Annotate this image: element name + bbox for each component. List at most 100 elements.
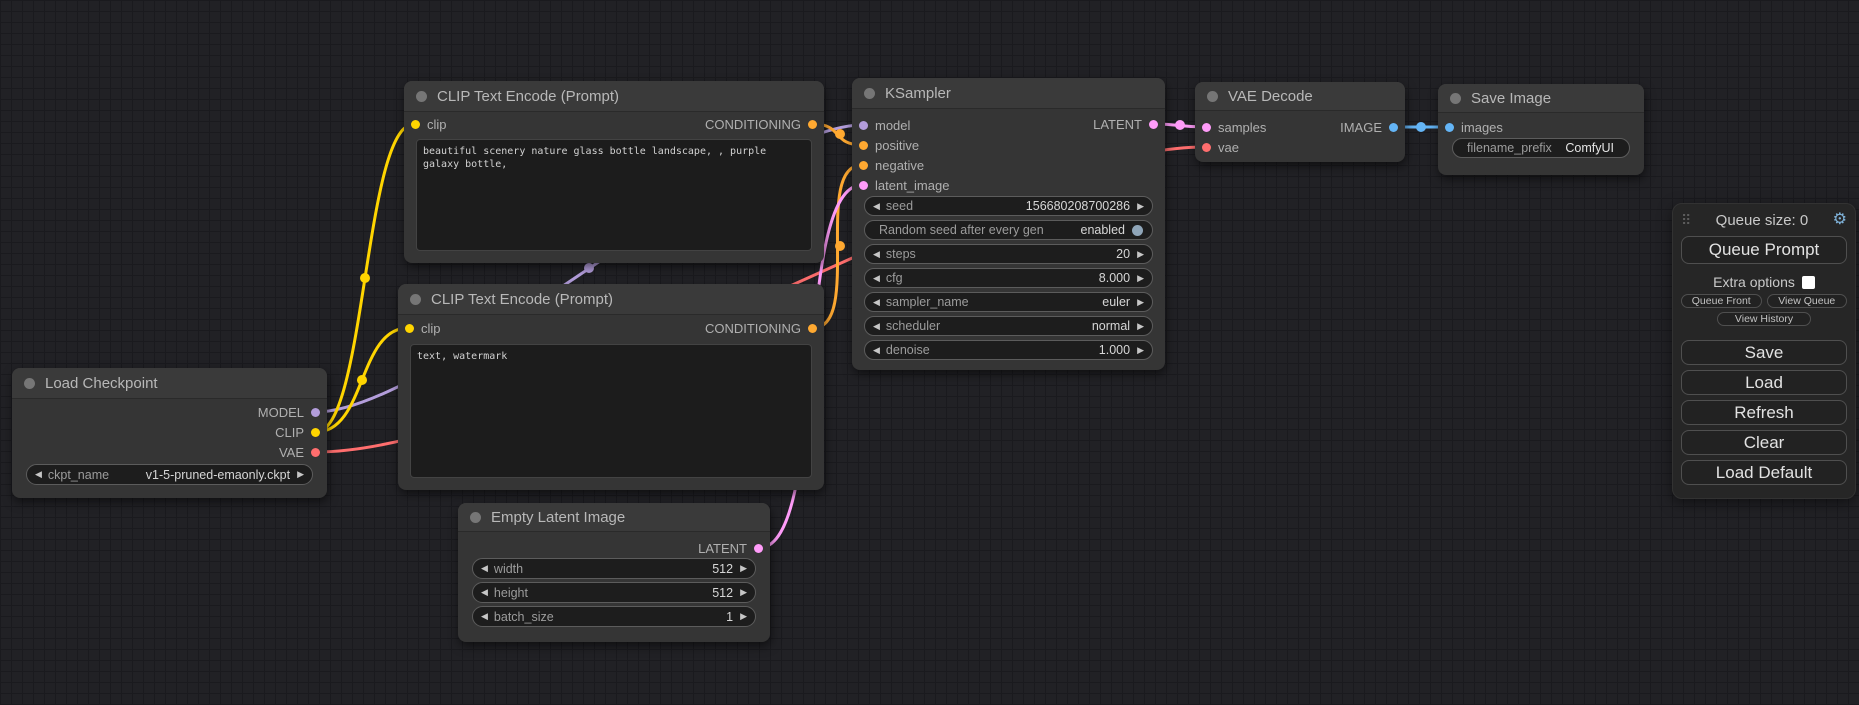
arrow-right-icon[interactable]: ▶	[1137, 250, 1144, 259]
arrow-right-icon[interactable]: ▶	[740, 588, 747, 597]
width-number-widget[interactable]: ◀ width 512 ▶	[472, 558, 756, 579]
node-clip-text-encode-positive[interactable]: CLIP Text Encode (Prompt) clip CONDITION…	[404, 81, 824, 263]
load-default-button[interactable]: Load Default	[1681, 460, 1847, 485]
node-title-bar[interactable]: VAE Decode	[1195, 82, 1405, 111]
clip-input-port[interactable]	[405, 324, 414, 333]
node-title: CLIP Text Encode (Prompt)	[431, 291, 613, 308]
arrow-left-icon[interactable]: ◀	[873, 322, 880, 331]
images-input-port[interactable]	[1445, 123, 1454, 132]
widget-value: euler	[1102, 295, 1137, 309]
arrow-right-icon[interactable]: ▶	[297, 470, 304, 479]
output-row-latent: LATENT	[458, 538, 770, 558]
latent-output-port[interactable]	[754, 544, 763, 553]
clear-button[interactable]: Clear	[1681, 430, 1847, 455]
node-ksampler[interactable]: KSampler LATENT model positive negative	[852, 78, 1165, 370]
node-title: Save Image	[1471, 90, 1551, 107]
node-title-bar[interactable]: KSampler	[852, 78, 1165, 109]
node-title-bar[interactable]: Load Checkpoint	[12, 368, 327, 399]
conditioning-output-port[interactable]	[808, 324, 817, 333]
queue-prompt-button[interactable]: Queue Prompt	[1681, 236, 1847, 264]
scheduler-combo-widget[interactable]: ◀ scheduler normal ▶	[864, 316, 1153, 336]
output-label: IMAGE	[1340, 120, 1382, 135]
height-number-widget[interactable]: ◀ height 512 ▶	[472, 582, 756, 603]
extra-options-checkbox[interactable]	[1802, 276, 1815, 289]
node-title-bar[interactable]: CLIP Text Encode (Prompt)	[398, 284, 824, 315]
arrow-right-icon[interactable]: ▶	[740, 564, 747, 573]
model-output-port[interactable]	[311, 408, 320, 417]
positive-prompt-textarea[interactable]: beautiful scenery nature glass bottle la…	[416, 139, 812, 251]
arrow-left-icon[interactable]: ◀	[873, 346, 880, 355]
positive-input-port[interactable]	[859, 141, 868, 150]
queue-small-buttons-row: Queue Front View Queue	[1681, 294, 1847, 308]
node-status-dot-icon	[24, 378, 35, 389]
batch-size-number-widget[interactable]: ◀ batch_size 1 ▶	[472, 606, 756, 627]
extra-options-row: Extra options	[1673, 274, 1855, 290]
arrow-right-icon[interactable]: ▶	[1137, 298, 1144, 307]
arrow-left-icon[interactable]: ◀	[873, 250, 880, 259]
node-graph-canvas[interactable]: Load Checkpoint MODEL CLIP VAE ◀ ckpt_na…	[0, 0, 1859, 705]
denoise-number-widget[interactable]: ◀ denoise 1.000 ▶	[864, 340, 1153, 360]
widget-value: 20	[1116, 247, 1137, 261]
view-history-button[interactable]: View History	[1717, 312, 1811, 326]
latent-output-port[interactable]	[1149, 120, 1158, 129]
vae-output-port[interactable]	[311, 448, 320, 457]
queue-front-button[interactable]: Queue Front	[1681, 294, 1762, 308]
arrow-right-icon[interactable]: ▶	[1137, 202, 1144, 211]
negative-input-port[interactable]	[859, 161, 868, 170]
node-clip-text-encode-negative[interactable]: CLIP Text Encode (Prompt) clip CONDITION…	[398, 284, 824, 490]
save-button[interactable]: Save	[1681, 340, 1847, 365]
image-output-port[interactable]	[1389, 123, 1398, 132]
arrow-right-icon[interactable]: ▶	[1137, 322, 1144, 331]
view-queue-button[interactable]: View Queue	[1767, 294, 1848, 308]
node-status-dot-icon	[1450, 93, 1461, 104]
clip-input-port[interactable]	[411, 120, 420, 129]
clip-output-port[interactable]	[311, 428, 320, 437]
latent-image-input-port[interactable]	[859, 181, 868, 190]
arrow-left-icon[interactable]: ◀	[873, 274, 880, 283]
arrow-right-icon[interactable]: ▶	[1137, 346, 1144, 355]
node-title-bar[interactable]: CLIP Text Encode (Prompt)	[404, 81, 824, 112]
widget-value: enabled	[1081, 223, 1133, 237]
arrow-left-icon[interactable]: ◀	[35, 470, 42, 479]
widget-label: sampler_name	[886, 295, 969, 309]
node-vae-decode[interactable]: VAE Decode samples IMAGE vae	[1195, 82, 1405, 162]
arrow-left-icon[interactable]: ◀	[481, 564, 488, 573]
steps-number-widget[interactable]: ◀ steps 20 ▶	[864, 244, 1153, 264]
node-title-bar[interactable]: Save Image	[1438, 84, 1644, 113]
output-label: VAE	[279, 445, 304, 460]
node-save-image[interactable]: Save Image images filename_prefix ComfyU…	[1438, 84, 1644, 175]
input-row-vae: vae	[1195, 137, 1405, 157]
node-load-checkpoint[interactable]: Load Checkpoint MODEL CLIP VAE ◀ ckpt_na…	[12, 368, 327, 498]
link-midpoint-dot	[357, 375, 367, 385]
refresh-button[interactable]: Refresh	[1681, 400, 1847, 425]
drag-handle-icon[interactable]: ⠿	[1681, 213, 1691, 227]
ckpt-name-combo-widget[interactable]: ◀ ckpt_name v1-5-pruned-emaonly.ckpt ▶	[26, 464, 313, 485]
arrow-right-icon[interactable]: ▶	[740, 612, 747, 621]
negative-prompt-textarea[interactable]: text, watermark	[410, 344, 812, 478]
arrow-right-icon[interactable]: ▶	[1137, 274, 1144, 283]
model-input-port[interactable]	[859, 121, 868, 130]
node-status-dot-icon	[410, 294, 421, 305]
widget-label: scheduler	[886, 319, 940, 333]
node-title-bar[interactable]: Empty Latent Image	[458, 503, 770, 532]
sampler-name-combo-widget[interactable]: ◀ sampler_name euler ▶	[864, 292, 1153, 312]
vae-input-port[interactable]	[1202, 143, 1211, 152]
random-seed-toggle-widget[interactable]: Random seed after every gen enabled	[864, 220, 1153, 240]
toggle-knob-icon[interactable]	[1132, 225, 1143, 236]
widget-value: v1-5-pruned-emaonly.ckpt	[146, 468, 297, 482]
cfg-number-widget[interactable]: ◀ cfg 8.000 ▶	[864, 268, 1153, 288]
node-empty-latent-image[interactable]: Empty Latent Image LATENT ◀ width 512 ▶ …	[458, 503, 770, 642]
node-title: Load Checkpoint	[45, 375, 158, 392]
settings-gear-icon[interactable]: ⚙	[1833, 212, 1847, 228]
arrow-left-icon[interactable]: ◀	[873, 202, 880, 211]
samples-input-port[interactable]	[1202, 123, 1211, 132]
filename-prefix-text-widget[interactable]: filename_prefix ComfyUI	[1452, 138, 1630, 158]
node-status-dot-icon	[416, 91, 427, 102]
load-button[interactable]: Load	[1681, 370, 1847, 395]
seed-number-widget[interactable]: ◀ seed 156680208700286 ▶	[864, 196, 1153, 216]
conditioning-output-port[interactable]	[808, 120, 817, 129]
input-row-model: model	[852, 115, 1052, 135]
arrow-left-icon[interactable]: ◀	[873, 298, 880, 307]
arrow-left-icon[interactable]: ◀	[481, 588, 488, 597]
arrow-left-icon[interactable]: ◀	[481, 612, 488, 621]
